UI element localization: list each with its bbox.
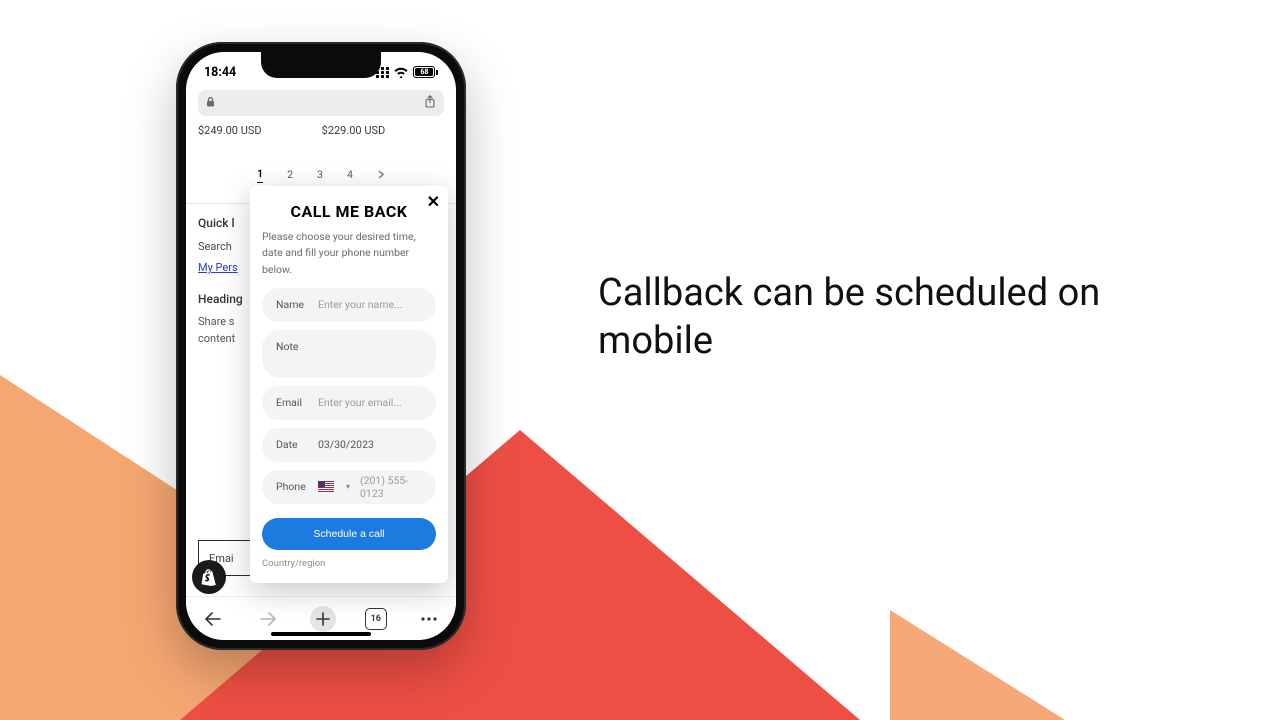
name-label: Name bbox=[276, 298, 308, 311]
flag-us-icon[interactable] bbox=[318, 481, 334, 492]
forward-icon[interactable] bbox=[255, 606, 281, 632]
status-right: 68 bbox=[376, 66, 438, 78]
home-indicator bbox=[271, 632, 371, 636]
email-label: Email bbox=[276, 396, 308, 409]
share-icon[interactable] bbox=[424, 95, 436, 111]
browser-url-bar[interactable] bbox=[198, 90, 444, 116]
date-field[interactable]: Date 03/30/2023 bbox=[262, 428, 436, 462]
chevron-down-icon[interactable]: ▾ bbox=[346, 482, 350, 491]
battery-icon: 68 bbox=[413, 66, 438, 78]
price-right: $229.00 USD bbox=[322, 124, 386, 137]
email-field[interactable]: Email Enter your email... bbox=[262, 386, 436, 420]
date-label: Date bbox=[276, 438, 308, 451]
back-icon[interactable] bbox=[200, 606, 226, 632]
tab-count[interactable]: 16 bbox=[365, 608, 387, 630]
schedule-call-button[interactable]: Schedule a call bbox=[262, 518, 436, 550]
decor-triangle-right bbox=[890, 610, 1280, 720]
page-next-icon[interactable] bbox=[377, 169, 385, 182]
email-input[interactable]: Enter your email... bbox=[318, 396, 422, 409]
country-region-label: Country/region bbox=[262, 558, 436, 569]
wifi-icon bbox=[394, 67, 408, 78]
page-3[interactable]: 3 bbox=[317, 168, 323, 183]
phone-field[interactable]: Phone ▾ (201) 555-0123 bbox=[262, 470, 436, 504]
page-4[interactable]: 4 bbox=[347, 168, 353, 183]
phone-screen: 18:44 68 bbox=[186, 52, 456, 640]
note-field[interactable]: Note bbox=[262, 330, 436, 378]
price-left: $249.00 USD bbox=[198, 124, 262, 137]
page-1[interactable]: 1 bbox=[257, 167, 263, 183]
callback-modal: ✕ CALL ME BACK Please choose your desire… bbox=[250, 186, 448, 583]
page-2[interactable]: 2 bbox=[287, 168, 293, 183]
phone-input[interactable]: (201) 555-0123 bbox=[360, 474, 422, 500]
date-input[interactable]: 03/30/2023 bbox=[318, 438, 422, 451]
headline-text: Callback can be scheduled on mobile bbox=[598, 270, 1158, 365]
note-label: Note bbox=[276, 340, 308, 353]
status-time: 18:44 bbox=[204, 65, 236, 80]
modal-description: Please choose your desired time, date an… bbox=[262, 229, 436, 278]
phone-notch bbox=[261, 52, 381, 78]
lock-icon bbox=[206, 97, 215, 110]
phone-frame: 18:44 68 bbox=[176, 42, 466, 650]
pagination: 1 2 3 4 bbox=[198, 167, 444, 183]
more-icon[interactable] bbox=[416, 606, 442, 632]
name-input[interactable]: Enter your name... bbox=[318, 298, 422, 311]
name-field[interactable]: Name Enter your name... bbox=[262, 288, 436, 322]
modal-title: CALL ME BACK bbox=[262, 202, 436, 221]
shopify-badge-icon[interactable] bbox=[192, 560, 226, 594]
close-icon[interactable]: ✕ bbox=[427, 192, 440, 211]
phone-label: Phone bbox=[276, 480, 308, 493]
new-tab-icon[interactable] bbox=[310, 606, 336, 632]
